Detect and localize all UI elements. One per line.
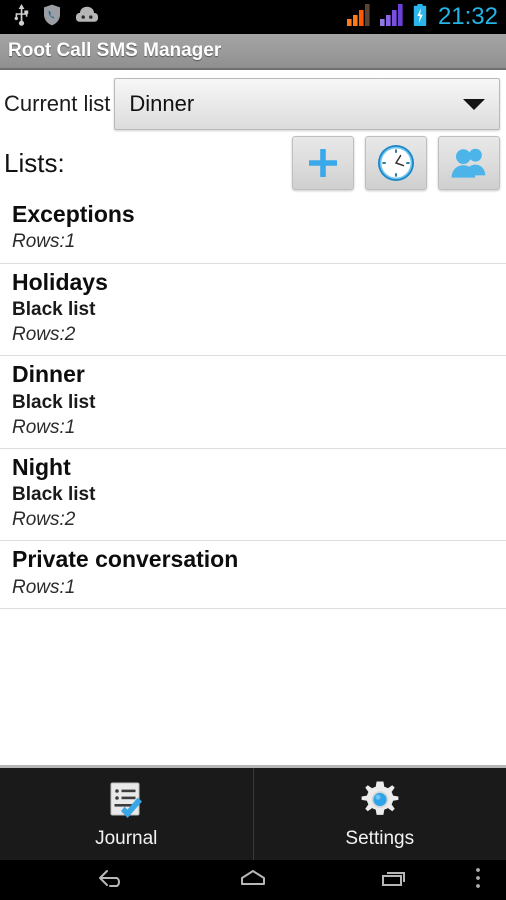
back-icon — [95, 867, 129, 894]
recents-icon — [377, 867, 411, 894]
list-item-rows: Rows:2 — [12, 509, 76, 531]
list-item-title: Exceptions — [12, 201, 135, 227]
list-item-title: Dinner — [12, 361, 85, 388]
list-item-type: Black list — [12, 391, 96, 413]
nav-overflow-menu-button[interactable] — [455, 860, 501, 900]
bottom-tab-bar: Journal Settings — [0, 765, 506, 860]
chevron-down-icon — [463, 98, 485, 110]
android-robot-icon — [75, 6, 99, 28]
journal-checklist-icon — [103, 778, 149, 824]
add-list-button[interactable] — [292, 136, 354, 190]
contacts-icon — [449, 146, 489, 180]
signal-bars-purple-icon — [379, 3, 406, 31]
tab-journal-label: Journal — [95, 828, 158, 849]
list-item-rows: Rows:1 — [12, 416, 76, 438]
current-list-value: Dinner — [129, 91, 195, 116]
current-list-row: Current list Dinner — [0, 72, 506, 130]
lists-action-buttons — [292, 136, 500, 190]
clock-icon — [376, 143, 416, 183]
status-bar-right-icons: 21:32 — [346, 3, 498, 31]
home-icon — [236, 867, 270, 894]
content-area: Current list Dinner Lists: Exceptions Ro… — [0, 72, 506, 765]
list-item-title: Private conversation — [12, 546, 239, 573]
list-item[interactable]: Exceptions Rows:1 — [0, 196, 506, 264]
nav-back-button[interactable] — [72, 860, 152, 900]
shield-phone-icon — [43, 4, 61, 31]
list-item[interactable]: Dinner Black list Rows:1 — [0, 356, 506, 449]
lists-list: Exceptions Rows:1 Holidays Black list Ro… — [0, 196, 506, 609]
list-item-title: Night — [12, 453, 71, 480]
contacts-button[interactable] — [438, 136, 500, 190]
list-item-title: Holidays — [12, 268, 108, 295]
tab-journal[interactable]: Journal — [0, 768, 253, 860]
overflow-menu-icon — [474, 866, 482, 895]
app-title-bar: Root Call SMS Manager — [0, 34, 506, 70]
current-list-spinner[interactable]: Dinner — [114, 78, 500, 130]
current-list-label: Current list — [4, 91, 111, 116]
status-bar-left-icons — [14, 3, 99, 31]
signal-bars-orange-icon — [346, 3, 373, 31]
lists-header-row: Lists: — [0, 130, 506, 194]
plus-icon — [306, 146, 340, 180]
tab-settings-label: Settings — [345, 828, 415, 849]
status-bar-clock: 21:32 — [437, 3, 498, 30]
usb-icon — [14, 3, 29, 31]
lists-label: Lists: — [4, 147, 65, 178]
battery-charging-icon — [413, 3, 427, 31]
list-item[interactable]: Holidays Black list Rows:2 — [0, 264, 506, 357]
list-item[interactable]: Private conversation Rows:1 — [0, 541, 506, 609]
page-title: Root Call SMS Manager — [8, 40, 222, 61]
list-item[interactable]: Night Black list Rows:2 — [0, 449, 506, 542]
list-item-type: Black list — [12, 484, 96, 506]
nav-recents-button[interactable] — [354, 860, 434, 900]
status-bar: 21:32 — [0, 0, 506, 34]
tab-settings[interactable]: Settings — [252, 768, 506, 860]
gear-icon — [357, 778, 403, 824]
list-item-rows: Rows:1 — [12, 576, 76, 598]
nav-home-button[interactable] — [213, 860, 293, 900]
schedule-button[interactable] — [365, 136, 427, 190]
list-item-rows: Rows:2 — [12, 324, 76, 346]
android-navigation-bar — [0, 860, 506, 900]
list-item-type: Black list — [12, 298, 96, 320]
list-item-rows: Rows:1 — [12, 231, 76, 253]
app-screen: 21:32 Root Call SMS Manager Current list… — [0, 0, 506, 900]
